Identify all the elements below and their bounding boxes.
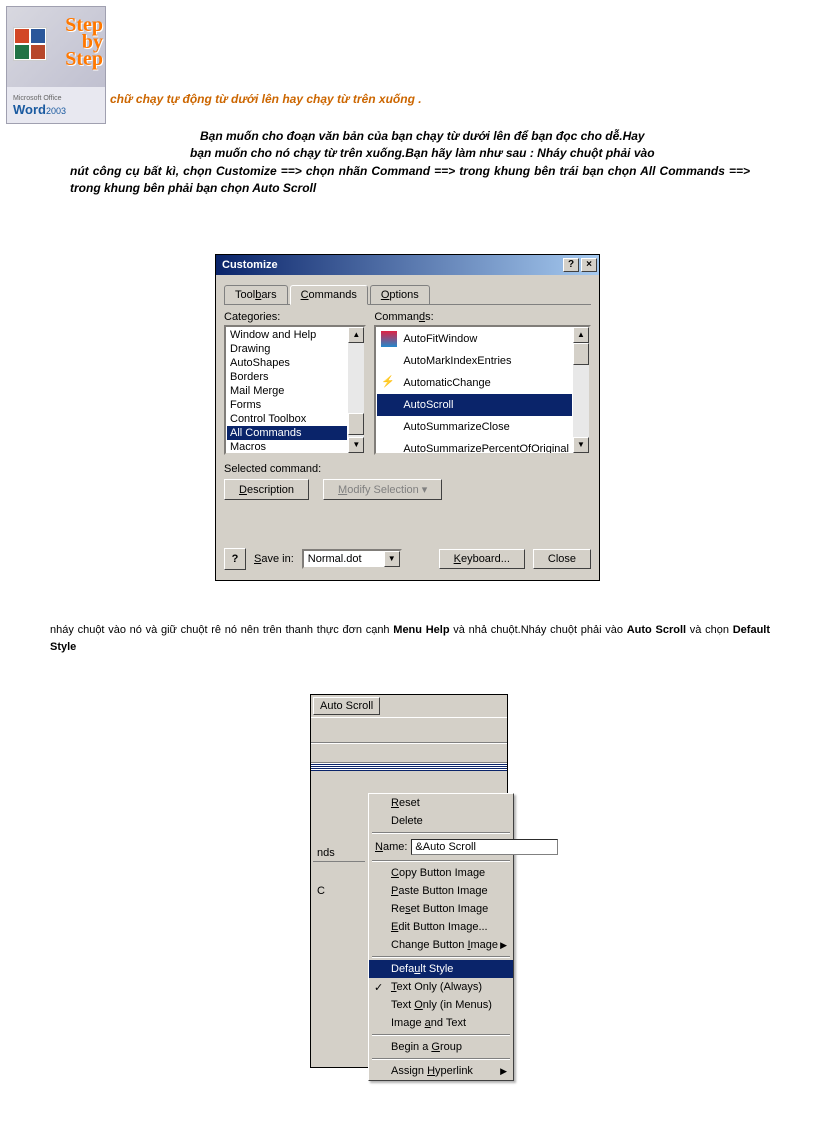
section-heading: chữ chạy tự động từ dưới lên hay chạy từ… (110, 92, 422, 106)
menu-paste-image[interactable]: Paste Button Image (369, 882, 513, 900)
list-item[interactable]: ⚡AutomaticChange (377, 372, 572, 394)
help-button[interactable]: ? (224, 548, 246, 570)
scroll-up-icon[interactable]: ▲ (348, 327, 364, 343)
submenu-arrow-icon: ▶ (500, 1066, 507, 1077)
menu-name-row: Name: (369, 836, 513, 858)
scroll-up-icon[interactable]: ▲ (573, 327, 589, 343)
autofit-icon (381, 331, 397, 347)
modify-selection-button: Modify Selection ▾ (323, 479, 442, 500)
list-item[interactable]: Control Toolbox (227, 412, 347, 426)
list-item[interactable]: Window and Help (227, 328, 347, 342)
menu-text-only-always[interactable]: ✓Text Only (Always) (369, 978, 513, 996)
step-by-step-label: Step by Step (65, 17, 103, 68)
lightning-icon: ⚡ (381, 375, 397, 391)
menu-reset-image[interactable]: Reset Button Image (369, 900, 513, 918)
scroll-down-icon[interactable]: ▼ (348, 437, 364, 453)
empty-icon (381, 353, 397, 369)
selected-command-label: Selected command: (224, 463, 591, 475)
save-in-value: Normal.dot (304, 553, 384, 565)
menu-text-only-menus[interactable]: Text Only (in Menus) (369, 996, 513, 1014)
menu-separator (372, 860, 510, 862)
tab-row: Toolbars Commands Options (224, 281, 591, 305)
menu-copy-image[interactable]: Copy Button Image (369, 864, 513, 882)
commands-label: Commands: (374, 311, 591, 323)
scrollbar[interactable]: ▲ ▼ (573, 327, 589, 453)
context-menu-screenshot: Auto Scroll nds C Reset Delete Name: Cop… (310, 694, 508, 1068)
chevron-down-icon[interactable]: ▼ (384, 551, 400, 567)
customize-dialog: Customize ? × Toolbars Commands Options … (215, 254, 600, 581)
menu-separator (372, 1058, 510, 1060)
intro-paragraph: Bạn muốn cho đoạn văn bản của bạn chạy t… (70, 128, 750, 198)
scroll-thumb[interactable] (573, 343, 589, 365)
tab-options[interactable]: Options (370, 285, 430, 304)
categories-label: Categories: (224, 311, 366, 323)
list-item[interactable]: Macros (227, 440, 347, 454)
list-item[interactable]: AutoSummarizePercentOfOriginal (377, 438, 572, 455)
menu-edit-image[interactable]: Edit Button Image... (369, 918, 513, 936)
list-item[interactable]: Forms (227, 398, 347, 412)
menu-image-and-text[interactable]: Image and Text (369, 1014, 513, 1032)
list-item[interactable]: AutoShapes (227, 356, 347, 370)
menu-separator (372, 1034, 510, 1036)
list-item[interactable]: Borders (227, 370, 347, 384)
list-item[interactable]: Drawing (227, 342, 347, 356)
dialog-body: Toolbars Commands Options Categories: Wi… (216, 275, 599, 580)
name-label: Name: (375, 841, 407, 853)
dialog-titlebar: Customize ? × (216, 255, 599, 275)
save-in-dropdown[interactable]: Normal.dot ▼ (302, 549, 402, 569)
menu-begin-group[interactable]: Begin a Group (369, 1038, 513, 1056)
save-in-label: Save in: (254, 553, 294, 565)
list-item[interactable]: AutoFitWindow (377, 328, 572, 350)
list-item[interactable]: AutoSummarizeClose (377, 416, 572, 438)
tab-toolbars[interactable]: Toolbars (224, 285, 288, 304)
context-menu: Reset Delete Name: Copy Button Image Pas… (368, 793, 514, 1081)
c-fragment: C (313, 883, 365, 899)
keyboard-button[interactable]: Keyboard... (439, 549, 525, 569)
list-item-selected[interactable]: AutoScroll (377, 394, 572, 416)
empty-icon (381, 419, 397, 435)
menu-reset[interactable]: Reset (369, 794, 513, 812)
name-input[interactable] (411, 839, 558, 855)
help-icon[interactable]: ? (563, 258, 579, 272)
auto-scroll-button[interactable]: Auto Scroll (313, 697, 380, 715)
empty-icon (381, 441, 397, 455)
list-item-selected[interactable]: All Commands (227, 426, 347, 440)
list-item[interactable]: Fonts (227, 454, 347, 455)
tab-commands[interactable]: Commands (290, 285, 368, 305)
menu-default-style[interactable]: Default Style (369, 960, 513, 978)
scroll-thumb[interactable] (348, 413, 364, 435)
scroll-down-icon[interactable]: ▼ (573, 437, 589, 453)
categories-listbox[interactable]: Window and Help Drawing AutoShapes Borde… (224, 325, 366, 455)
submenu-arrow-icon: ▶ (500, 940, 507, 951)
office-logo (13, 27, 47, 61)
commands-listbox[interactable]: AutoFitWindow AutoMarkIndexEntries ⚡Auto… (374, 325, 591, 455)
toolbar-row (311, 717, 507, 743)
menu-assign-hyperlink[interactable]: Assign Hyperlink▶ (369, 1062, 513, 1080)
menu-delete[interactable]: Delete (369, 812, 513, 830)
paragraph-2: nháy chuột vào nó và giữ chuột rê nó nên… (50, 622, 770, 655)
dialog-title: Customize (222, 259, 278, 271)
toolbar-row (311, 743, 507, 763)
check-icon: ✓ (374, 981, 383, 994)
nds-fragment: nds (313, 845, 365, 861)
menu-change-image[interactable]: Change Button Image▶ (369, 936, 513, 954)
menu-separator (372, 832, 510, 834)
list-item[interactable]: AutoMarkIndexEntries (377, 350, 572, 372)
word-2003-label: Microsoft Office Word2003 (13, 92, 66, 117)
inner-left-fragment: nds C (313, 845, 365, 899)
close-button[interactable]: Close (533, 549, 591, 569)
description-button[interactable]: Description (224, 479, 309, 500)
menu-separator (372, 956, 510, 958)
empty-icon (381, 397, 397, 413)
titlebar-strip (311, 763, 507, 771)
close-icon[interactable]: × (581, 258, 597, 272)
book-cover: Step by Step Microsoft Office Word2003 (6, 6, 106, 124)
scrollbar[interactable]: ▲ ▼ (348, 327, 364, 453)
list-item[interactable]: Mail Merge (227, 384, 347, 398)
